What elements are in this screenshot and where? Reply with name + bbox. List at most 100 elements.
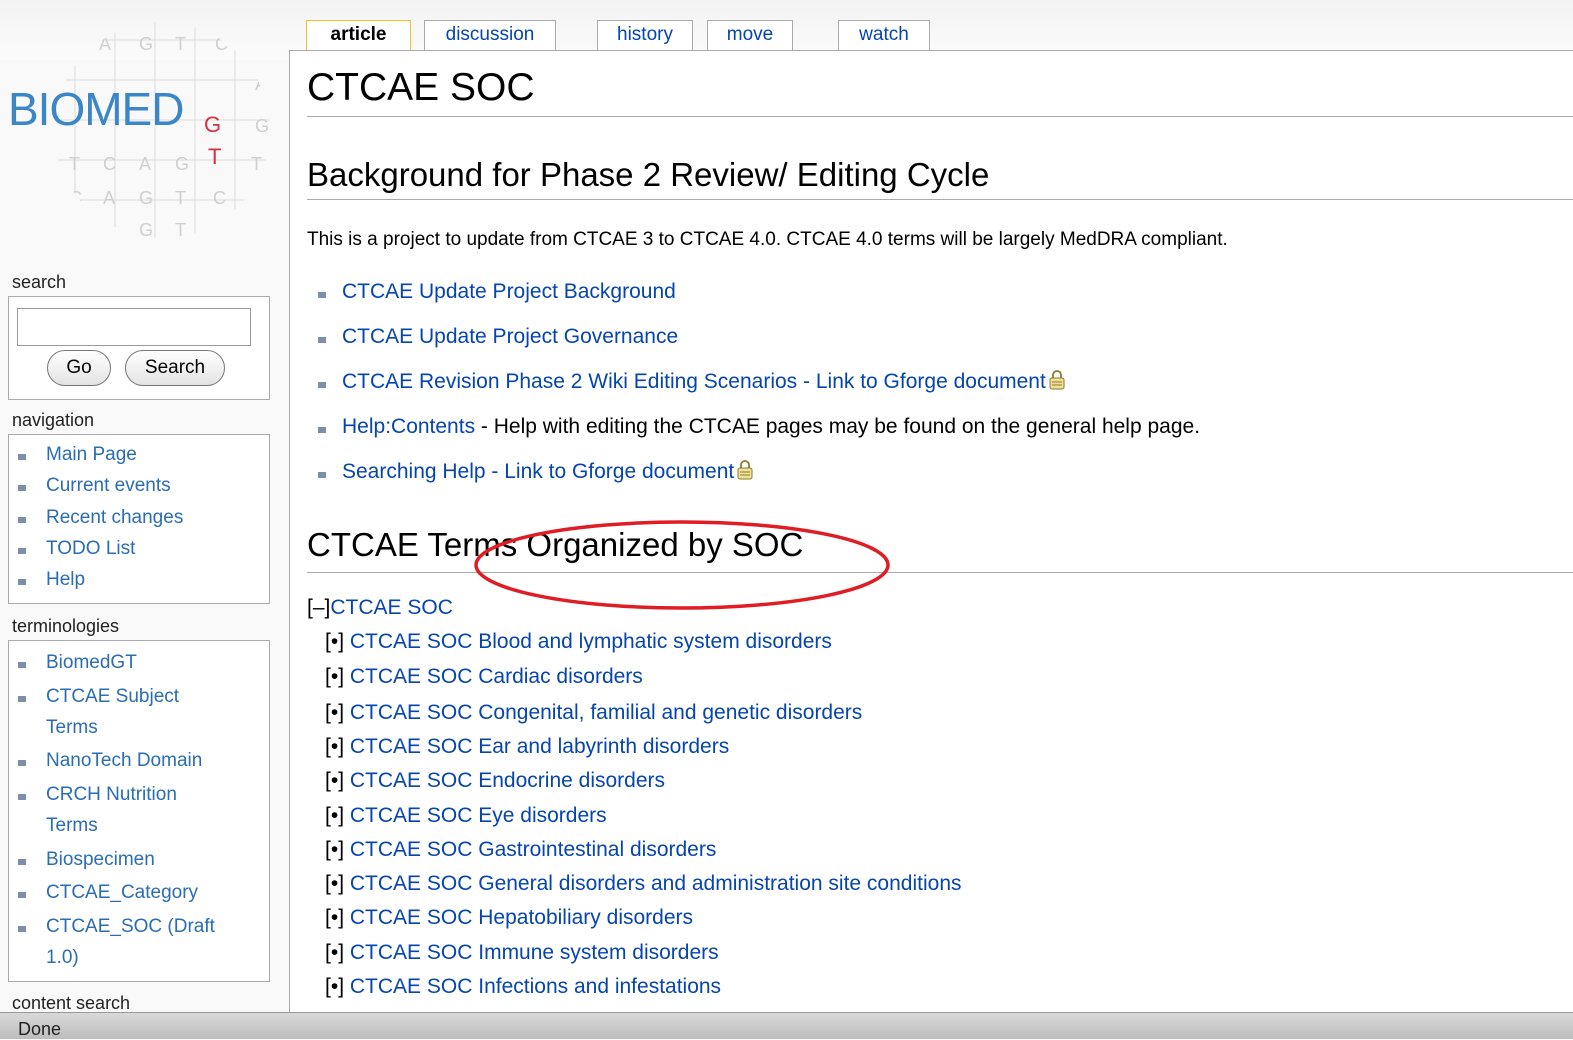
- link-project-governance[interactable]: CTCAE Update Project Governance: [342, 325, 678, 348]
- tree-item: [•] CTCAE SOC General disorders and admi…: [325, 872, 962, 896]
- tree-expand-toggle[interactable]: [•]: [325, 735, 344, 758]
- tree-expand-toggle[interactable]: [•]: [325, 975, 344, 998]
- tree-expand-toggle[interactable]: [•]: [325, 872, 344, 895]
- svg-text:T: T: [69, 154, 80, 174]
- bullet-icon: [318, 472, 326, 478]
- tab-history[interactable]: history: [597, 20, 693, 50]
- terminologies-portlet-title: terminologies: [12, 616, 120, 636]
- tree-expand-toggle[interactable]: [•]: [325, 701, 344, 724]
- tree-item: [•] CTCAE SOC Immune system disorders: [325, 941, 719, 965]
- svg-text:A: A: [251, 220, 263, 240]
- bullet-icon: [18, 662, 26, 668]
- tree-expand-toggle[interactable]: [•]: [325, 665, 344, 688]
- bullet-icon: [18, 892, 26, 898]
- tree-expand-toggle[interactable]: [•]: [325, 804, 344, 827]
- bullet-icon: [18, 859, 26, 865]
- title-divider: [307, 116, 1573, 117]
- bullet-icon: [318, 427, 326, 433]
- help-contents-description: - Help with editing the CTCAE pages may …: [475, 415, 1201, 438]
- svg-text:G: G: [175, 154, 189, 174]
- tree-expand-toggle[interactable]: [•]: [325, 941, 344, 964]
- tree-item: [•] CTCAE SOC Endocrine disorders: [325, 769, 665, 793]
- tree-expand-toggle[interactable]: [•]: [325, 906, 344, 929]
- bullet-icon: [18, 926, 26, 932]
- svg-text:A: A: [255, 74, 267, 94]
- tree-expand-toggle[interactable]: [•]: [325, 630, 344, 653]
- annotation-ellipse: [474, 520, 890, 610]
- bullet-icon: [18, 517, 26, 523]
- tree-item: [•] CTCAE SOC Ear and labyrinth disorder…: [325, 735, 729, 759]
- logo-sub-t: T: [208, 144, 222, 169]
- svg-text:C: C: [213, 188, 226, 208]
- link-editing-scenarios[interactable]: CTCAE Revision Phase 2 Wiki Editing Scen…: [342, 370, 1046, 393]
- tree-item-link[interactable]: CTCAE SOC Congenital, familial and genet…: [350, 701, 862, 724]
- tab-move[interactable]: move: [707, 20, 793, 50]
- tree-expand-toggle[interactable]: [•]: [325, 769, 344, 792]
- link-project-background[interactable]: CTCAE Update Project Background: [342, 280, 676, 303]
- bullet-icon: [18, 696, 26, 702]
- content-search-portlet-title: content search: [12, 993, 131, 1013]
- svg-text:G: G: [139, 34, 153, 54]
- search-input[interactable]: [17, 308, 251, 346]
- tree-item: [•] CTCAE SOC Blood and lymphatic system…: [325, 630, 832, 654]
- bullet-icon: [18, 579, 26, 585]
- svg-text:T: T: [175, 188, 186, 208]
- bullet-icon: [318, 382, 326, 388]
- background-paragraph: This is a project to update from CTCAE 3…: [307, 229, 1228, 250]
- tree-item: [•] CTCAE SOC Congenital, familial and g…: [325, 701, 862, 725]
- svg-text:G: G: [255, 116, 269, 136]
- tree-expand-toggle[interactable]: [•]: [325, 838, 344, 861]
- search-button[interactable]: Search: [125, 350, 225, 386]
- biomedgt-logo[interactable]: A G T C A G T C A G T C A G T C A G T C …: [0, 8, 270, 240]
- tree-item-link[interactable]: CTCAE SOC Gastrointestinal disorders: [350, 838, 716, 861]
- search-portlet-title: search: [12, 272, 67, 292]
- tree-item-link[interactable]: CTCAE SOC Blood and lymphatic system dis…: [350, 630, 832, 653]
- tree-item-link[interactable]: CTCAE SOC Immune system disorders: [350, 941, 719, 964]
- tree-root: [–]CTCAE SOC: [307, 596, 453, 620]
- svg-text:A: A: [103, 188, 115, 208]
- page-title: CTCAE SOC: [307, 66, 535, 109]
- bullet-icon: [18, 548, 26, 554]
- status-text: Done: [18, 1019, 62, 1039]
- svg-text:A: A: [251, 188, 263, 208]
- svg-text:T: T: [175, 220, 186, 240]
- tree-item-link[interactable]: CTCAE SOC Endocrine disorders: [350, 769, 665, 792]
- svg-text:C: C: [69, 188, 82, 208]
- bullet-icon: [18, 454, 26, 460]
- tab-article[interactable]: article: [306, 20, 411, 50]
- tree-item-link[interactable]: CTCAE SOC General disorders and administ…: [350, 872, 962, 895]
- tab-watch[interactable]: watch: [838, 20, 930, 50]
- status-bar: Done: [0, 1012, 1573, 1039]
- svg-text:C: C: [215, 34, 228, 54]
- svg-text:C: C: [215, 220, 228, 240]
- tree-item-link[interactable]: CTCAE SOC Infections and infestations: [350, 975, 721, 998]
- bullet-icon: [318, 292, 326, 298]
- tree-root-link[interactable]: CTCAE SOC: [330, 596, 453, 619]
- bullet-icon: [18, 485, 26, 491]
- tree-item-link[interactable]: CTCAE SOC Cardiac disorders: [350, 665, 643, 688]
- tree-item-link[interactable]: CTCAE SOC Eye disorders: [350, 804, 607, 827]
- logo-wordmark: BIOMED: [8, 83, 184, 135]
- bullet-icon: [18, 760, 26, 766]
- section-divider: [307, 199, 1573, 200]
- svg-text:G: G: [139, 220, 153, 240]
- svg-text:T: T: [251, 154, 262, 174]
- tree-item-link[interactable]: CTCAE SOC Ear and labyrinth disorders: [350, 735, 729, 758]
- tree-item-link[interactable]: CTCAE SOC Hepatobiliary disorders: [350, 906, 693, 929]
- lock-icon: [1049, 370, 1065, 390]
- bullet-icon: [318, 337, 326, 343]
- tree-collapse-toggle[interactable]: [–]: [307, 596, 330, 619]
- tree-item: [•] CTCAE SOC Eye disorders: [325, 804, 607, 828]
- bullet-icon: [18, 794, 26, 800]
- svg-text:T: T: [175, 34, 186, 54]
- link-help-contents[interactable]: Help:Contents: [342, 415, 475, 438]
- link-searching-help[interactable]: Searching Help - Link to Gforge document: [342, 460, 734, 483]
- tree-item: [•] CTCAE SOC Hepatobiliary disorders: [325, 906, 693, 930]
- svg-text:A: A: [139, 154, 151, 174]
- tab-discussion[interactable]: discussion: [424, 20, 556, 50]
- go-button[interactable]: Go: [47, 350, 111, 386]
- tree-item: [•] CTCAE SOC Infections and infestation…: [325, 975, 721, 999]
- svg-text:A: A: [99, 34, 111, 54]
- tree-item: [•] CTCAE SOC Cardiac disorders: [325, 665, 643, 689]
- tree-item: [•] CTCAE SOC Gastrointestinal disorders: [325, 838, 716, 862]
